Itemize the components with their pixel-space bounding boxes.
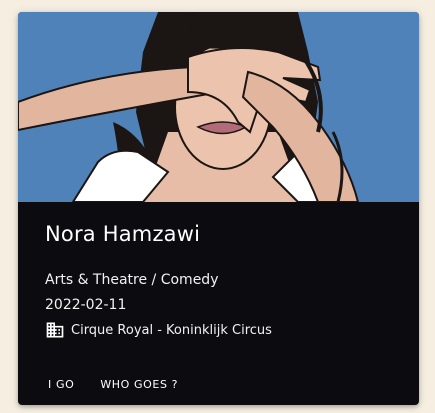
venue-name: Cirque Royal - Koninklijk Circus bbox=[71, 322, 272, 338]
event-date: 2022-02-11 bbox=[45, 297, 127, 313]
card-actions: I GO WHO GOES ? bbox=[38, 372, 188, 397]
event-title: Nora Hamzawi bbox=[45, 222, 201, 246]
building-icon bbox=[45, 320, 65, 340]
event-image bbox=[18, 12, 419, 202]
event-details: Nora Hamzawi Arts & Theatre / Comedy 202… bbox=[18, 202, 419, 405]
who-goes-button[interactable]: WHO GOES ? bbox=[90, 372, 188, 397]
i-go-button[interactable]: I GO bbox=[38, 372, 84, 397]
event-card: Nora Hamzawi Arts & Theatre / Comedy 202… bbox=[18, 12, 419, 405]
event-venue: Cirque Royal - Koninklijk Circus bbox=[45, 320, 272, 340]
event-genre: Arts & Theatre / Comedy bbox=[45, 272, 219, 288]
